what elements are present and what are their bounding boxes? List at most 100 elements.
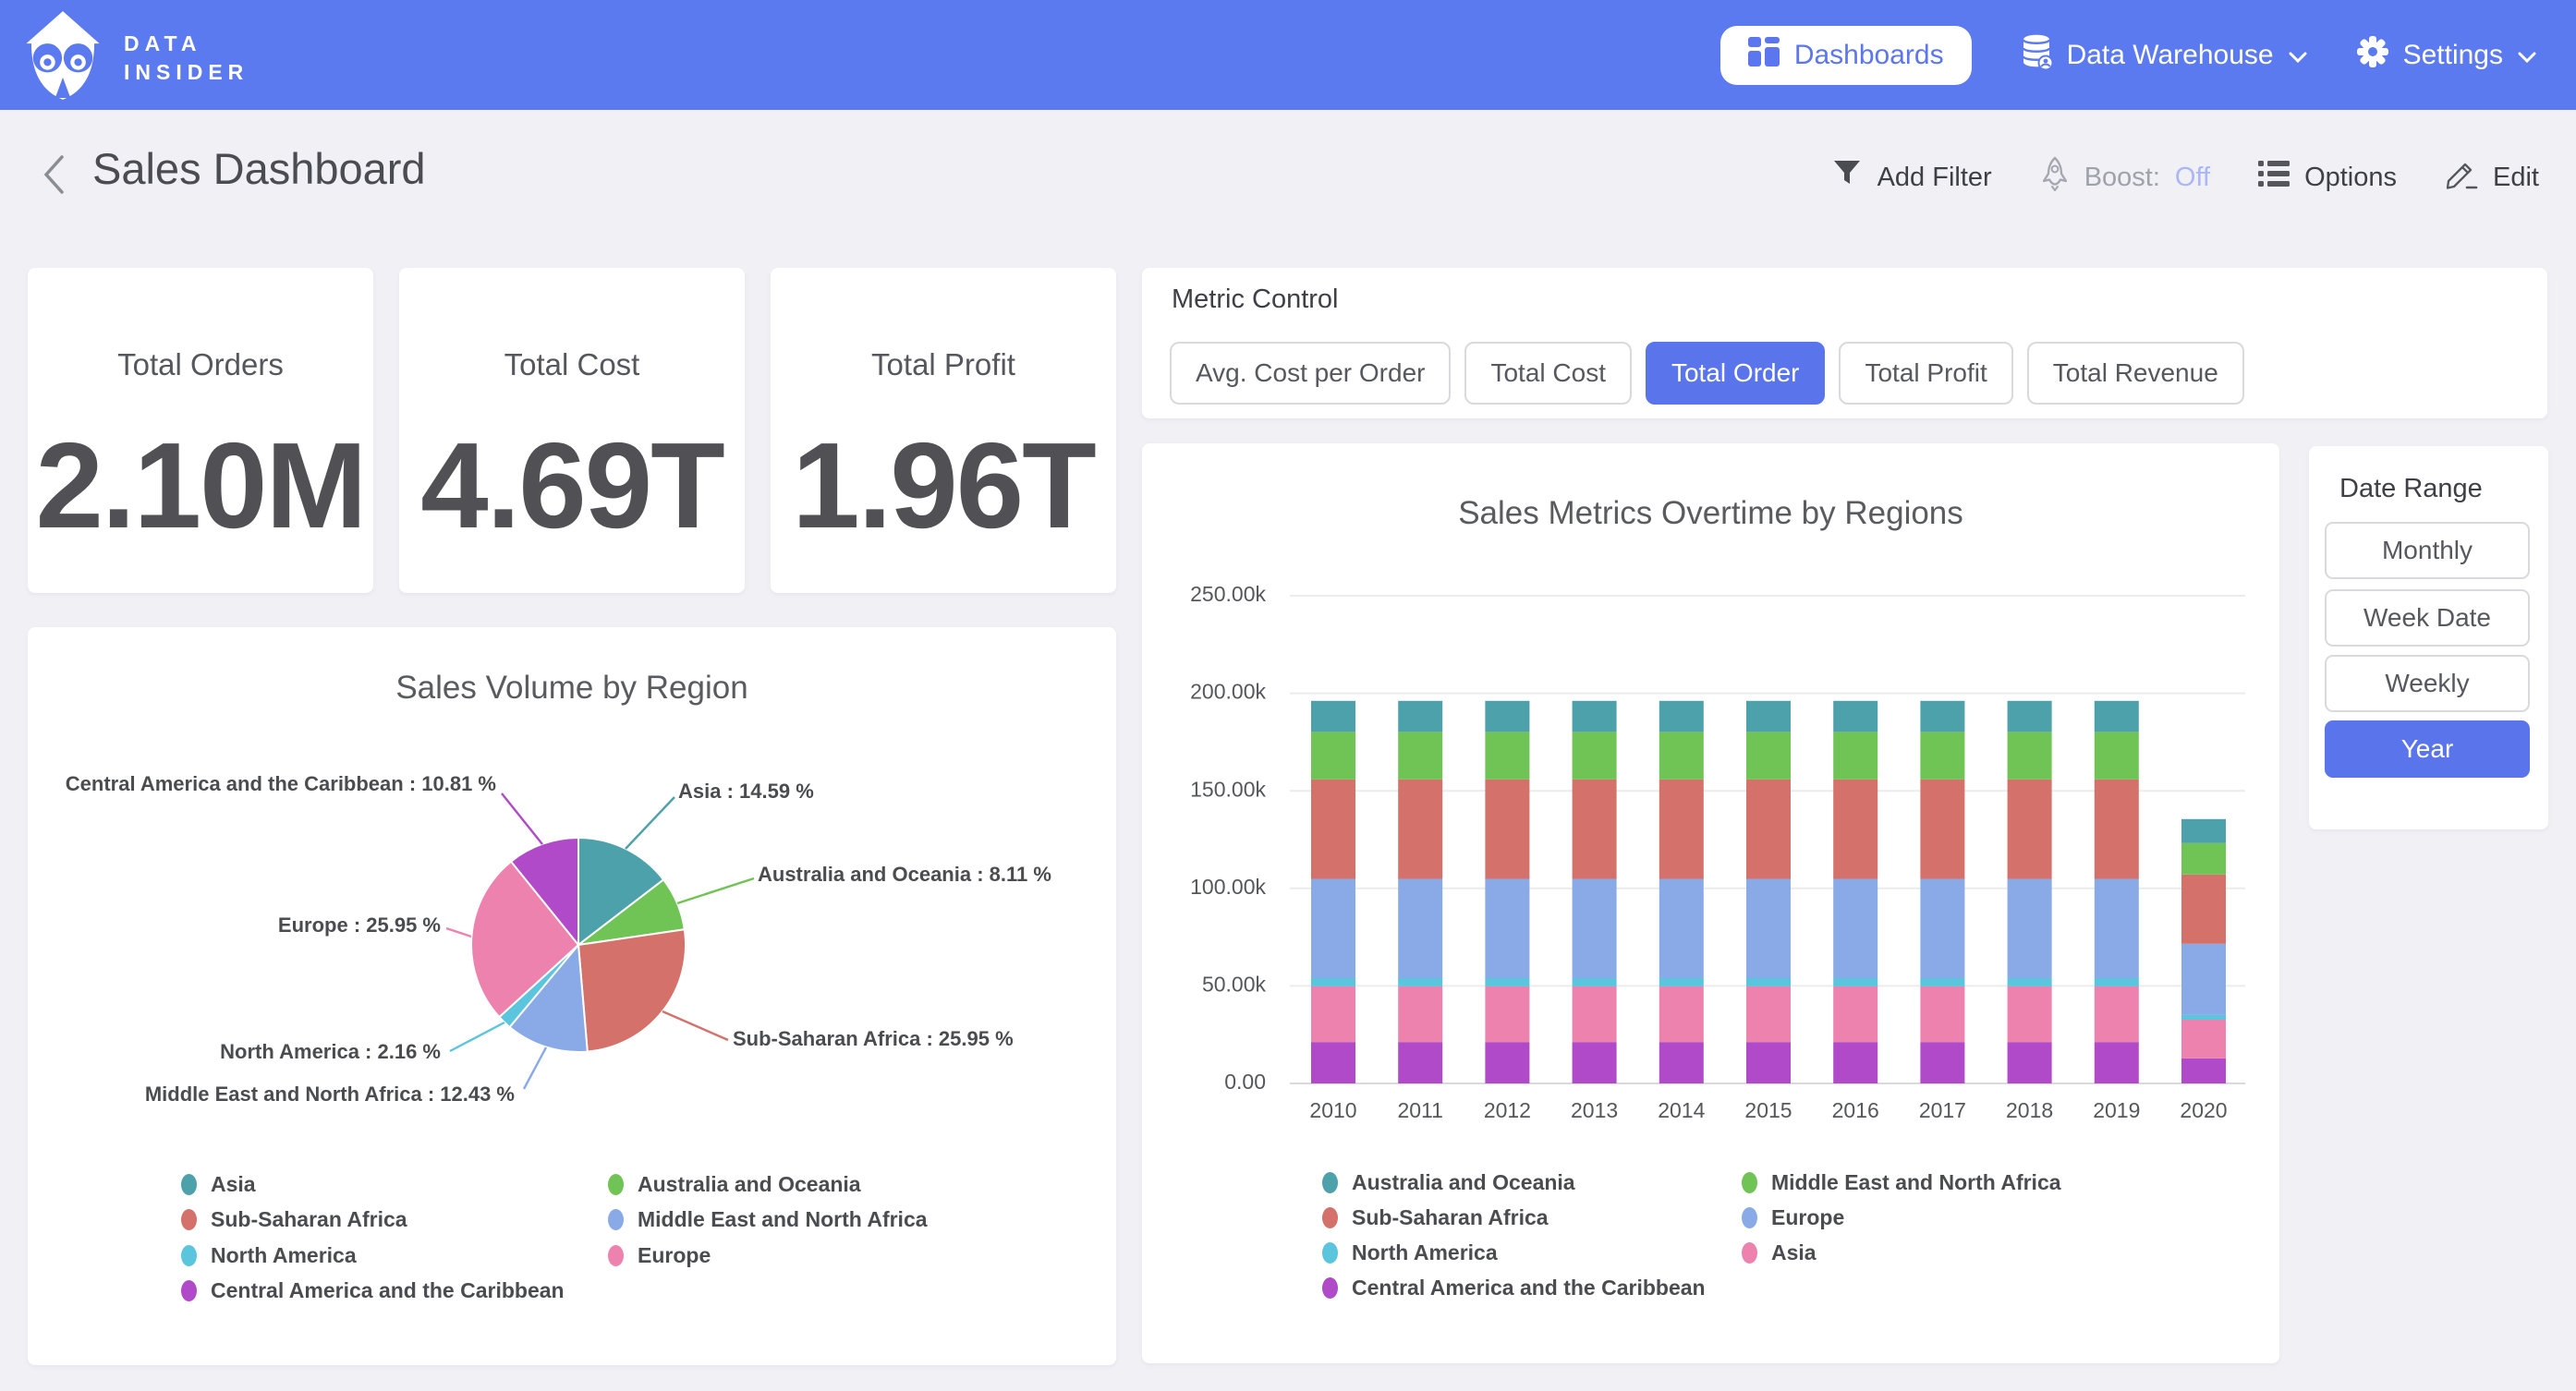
bar-segment-2020-australia-and-oceania[interactable] — [2181, 819, 2226, 843]
bar-segment-2010-middle-east-and-north-africa[interactable] — [1311, 732, 1355, 780]
bar-segment-2020-sub-saharan-africa[interactable] — [2181, 875, 2226, 944]
bar-segment-2020-europe[interactable] — [2181, 944, 2226, 1015]
bar-segment-2015-australia-and-oceania[interactable] — [1746, 701, 1791, 732]
boost-toggle[interactable]: Boost: Off — [2040, 156, 2210, 199]
pie-slice-sub-saharan-africa[interactable] — [578, 929, 686, 1051]
bar-segment-2017-middle-east-and-north-africa[interactable] — [1920, 732, 1964, 780]
legend-item-central-america-and-the-caribbean[interactable]: Central America and the Caribbean — [1322, 1270, 1706, 1305]
legend-item-australia-and-oceania[interactable]: Australia and Oceania — [608, 1167, 861, 1202]
brand-logo[interactable]: DATA INSIDER — [20, 9, 249, 106]
metric-option-total-revenue[interactable]: Total Revenue — [2027, 342, 2244, 405]
bar-segment-2018-middle-east-and-north-africa[interactable] — [2008, 732, 2052, 780]
bar-segment-2018-asia[interactable] — [2008, 986, 2052, 1042]
bar-segment-2010-asia[interactable] — [1311, 986, 1355, 1042]
back-button[interactable] — [31, 147, 76, 202]
legend-item-europe[interactable]: Europe — [608, 1238, 711, 1273]
legend-item-asia[interactable]: Asia — [181, 1167, 256, 1202]
bar-segment-2020-asia[interactable] — [2181, 1020, 2226, 1058]
legend-item-sub-saharan-africa[interactable]: Sub-Saharan Africa — [181, 1202, 407, 1237]
nav-dashboards[interactable]: Dashboards — [1720, 26, 1972, 85]
bar-segment-2017-asia[interactable] — [1920, 986, 1964, 1042]
bar-segment-2010-europe[interactable] — [1311, 879, 1355, 979]
bar-segment-2013-asia[interactable] — [1573, 986, 1617, 1042]
metric-option-total-cost[interactable]: Total Cost — [1464, 342, 1632, 405]
bar-segment-2010-north-america[interactable] — [1311, 978, 1355, 986]
bar-segment-2014-sub-saharan-africa[interactable] — [1659, 780, 1704, 879]
bar-segment-2016-australia-and-oceania[interactable] — [1833, 701, 1877, 732]
bar-segment-2017-central-america-and-the-caribbean[interactable] — [1920, 1042, 1964, 1083]
bar-segment-2013-middle-east-and-north-africa[interactable] — [1573, 732, 1617, 780]
bar-segment-2012-australia-and-oceania[interactable] — [1485, 701, 1529, 732]
metric-option-total-order[interactable]: Total Order — [1646, 342, 1826, 405]
bar-segment-2019-central-america-and-the-caribbean[interactable] — [2095, 1042, 2139, 1083]
bar-segment-2019-middle-east-and-north-africa[interactable] — [2095, 732, 2139, 780]
bar-segment-2019-sub-saharan-africa[interactable] — [2095, 780, 2139, 879]
bar-segment-2018-australia-and-oceania[interactable] — [2008, 701, 2052, 732]
nav-data-warehouse[interactable]: Data Warehouse — [2020, 33, 2308, 78]
bar-segment-2017-north-america[interactable] — [1920, 978, 1964, 986]
bar-segment-2011-north-america[interactable] — [1398, 978, 1442, 986]
bar-segment-2018-central-america-and-the-caribbean[interactable] — [2008, 1042, 2052, 1083]
bar-segment-2011-central-america-and-the-caribbean[interactable] — [1398, 1042, 1442, 1083]
bar-segment-2015-asia[interactable] — [1746, 986, 1791, 1042]
bar-segment-2010-sub-saharan-africa[interactable] — [1311, 780, 1355, 879]
bar-segment-2014-middle-east-and-north-africa[interactable] — [1659, 732, 1704, 780]
bar-segment-2012-europe[interactable] — [1485, 879, 1529, 979]
bar-segment-2013-sub-saharan-africa[interactable] — [1573, 780, 1617, 879]
bar-segment-2016-asia[interactable] — [1833, 986, 1877, 1042]
legend-item-europe[interactable]: Europe — [1742, 1200, 1844, 1235]
date-range-option-weekly[interactable]: Weekly — [2325, 655, 2530, 712]
legend-item-north-america[interactable]: North America — [1322, 1235, 1498, 1270]
bar-segment-2016-middle-east-and-north-africa[interactable] — [1833, 732, 1877, 780]
bar-segment-2011-europe[interactable] — [1398, 879, 1442, 979]
metric-option-avg-cost-per-order[interactable]: Avg. Cost per Order — [1170, 342, 1451, 405]
bar-segment-2016-north-america[interactable] — [1833, 978, 1877, 986]
date-range-option-year[interactable]: Year — [2325, 720, 2530, 778]
bar-segment-2020-north-america[interactable] — [2181, 1015, 2226, 1020]
bar-segment-2011-middle-east-and-north-africa[interactable] — [1398, 732, 1442, 780]
bar-segment-2016-europe[interactable] — [1833, 879, 1877, 979]
bar-segment-2013-australia-and-oceania[interactable] — [1573, 701, 1617, 732]
legend-item-asia[interactable]: Asia — [1742, 1235, 1817, 1270]
bar-segment-2012-north-america[interactable] — [1485, 978, 1529, 986]
legend-item-central-america-and-the-caribbean[interactable]: Central America and the Caribbean — [181, 1273, 565, 1308]
legend-item-middle-east-and-north-africa[interactable]: Middle East and North Africa — [1742, 1165, 2061, 1200]
add-filter-button[interactable]: Add Filter — [1831, 158, 1992, 197]
legend-item-middle-east-and-north-africa[interactable]: Middle East and North Africa — [608, 1202, 928, 1237]
bar-segment-2010-central-america-and-the-caribbean[interactable] — [1311, 1042, 1355, 1083]
bar-segment-2017-sub-saharan-africa[interactable] — [1920, 780, 1964, 879]
bar-segment-2019-europe[interactable] — [2095, 879, 2139, 979]
bar-segment-2017-europe[interactable] — [1920, 879, 1964, 979]
bar-segment-2016-sub-saharan-africa[interactable] — [1833, 780, 1877, 879]
bar-segment-2014-asia[interactable] — [1659, 986, 1704, 1042]
bar-segment-2017-australia-and-oceania[interactable] — [1920, 701, 1964, 732]
bar-segment-2015-sub-saharan-africa[interactable] — [1746, 780, 1791, 879]
bar-segment-2012-middle-east-and-north-africa[interactable] — [1485, 732, 1529, 780]
legend-item-australia-and-oceania[interactable]: Australia and Oceania — [1322, 1165, 1575, 1200]
date-range-option-week-date[interactable]: Week Date — [2325, 589, 2530, 647]
bar-segment-2011-australia-and-oceania[interactable] — [1398, 701, 1442, 732]
bar-segment-2019-asia[interactable] — [2095, 986, 2139, 1042]
bar-segment-2012-asia[interactable] — [1485, 986, 1529, 1042]
bar-segment-2019-north-america[interactable] — [2095, 978, 2139, 986]
bar-segment-2016-central-america-and-the-caribbean[interactable] — [1833, 1042, 1877, 1083]
bar-segment-2015-north-america[interactable] — [1746, 978, 1791, 986]
edit-button[interactable]: Edit — [2445, 157, 2539, 198]
bar-segment-2018-europe[interactable] — [2008, 879, 2052, 979]
bar-segment-2014-north-america[interactable] — [1659, 978, 1704, 986]
bar-segment-2018-north-america[interactable] — [2008, 978, 2052, 986]
date-range-option-monthly[interactable]: Monthly — [2325, 522, 2530, 579]
bar-segment-2012-sub-saharan-africa[interactable] — [1485, 780, 1529, 879]
bar-segment-2014-central-america-and-the-caribbean[interactable] — [1659, 1042, 1704, 1083]
bar-segment-2014-australia-and-oceania[interactable] — [1659, 701, 1704, 732]
legend-item-sub-saharan-africa[interactable]: Sub-Saharan Africa — [1322, 1200, 1549, 1235]
bar-segment-2015-central-america-and-the-caribbean[interactable] — [1746, 1042, 1791, 1083]
bar-segment-2014-europe[interactable] — [1659, 879, 1704, 979]
bar-segment-2011-asia[interactable] — [1398, 986, 1442, 1042]
options-button[interactable]: Options — [2258, 160, 2397, 195]
bar-segment-2012-central-america-and-the-caribbean[interactable] — [1485, 1042, 1529, 1083]
nav-settings[interactable]: Settings — [2356, 35, 2537, 76]
metric-option-total-profit[interactable]: Total Profit — [1839, 342, 2012, 405]
bar-segment-2015-europe[interactable] — [1746, 879, 1791, 979]
bar-segment-2011-sub-saharan-africa[interactable] — [1398, 780, 1442, 879]
